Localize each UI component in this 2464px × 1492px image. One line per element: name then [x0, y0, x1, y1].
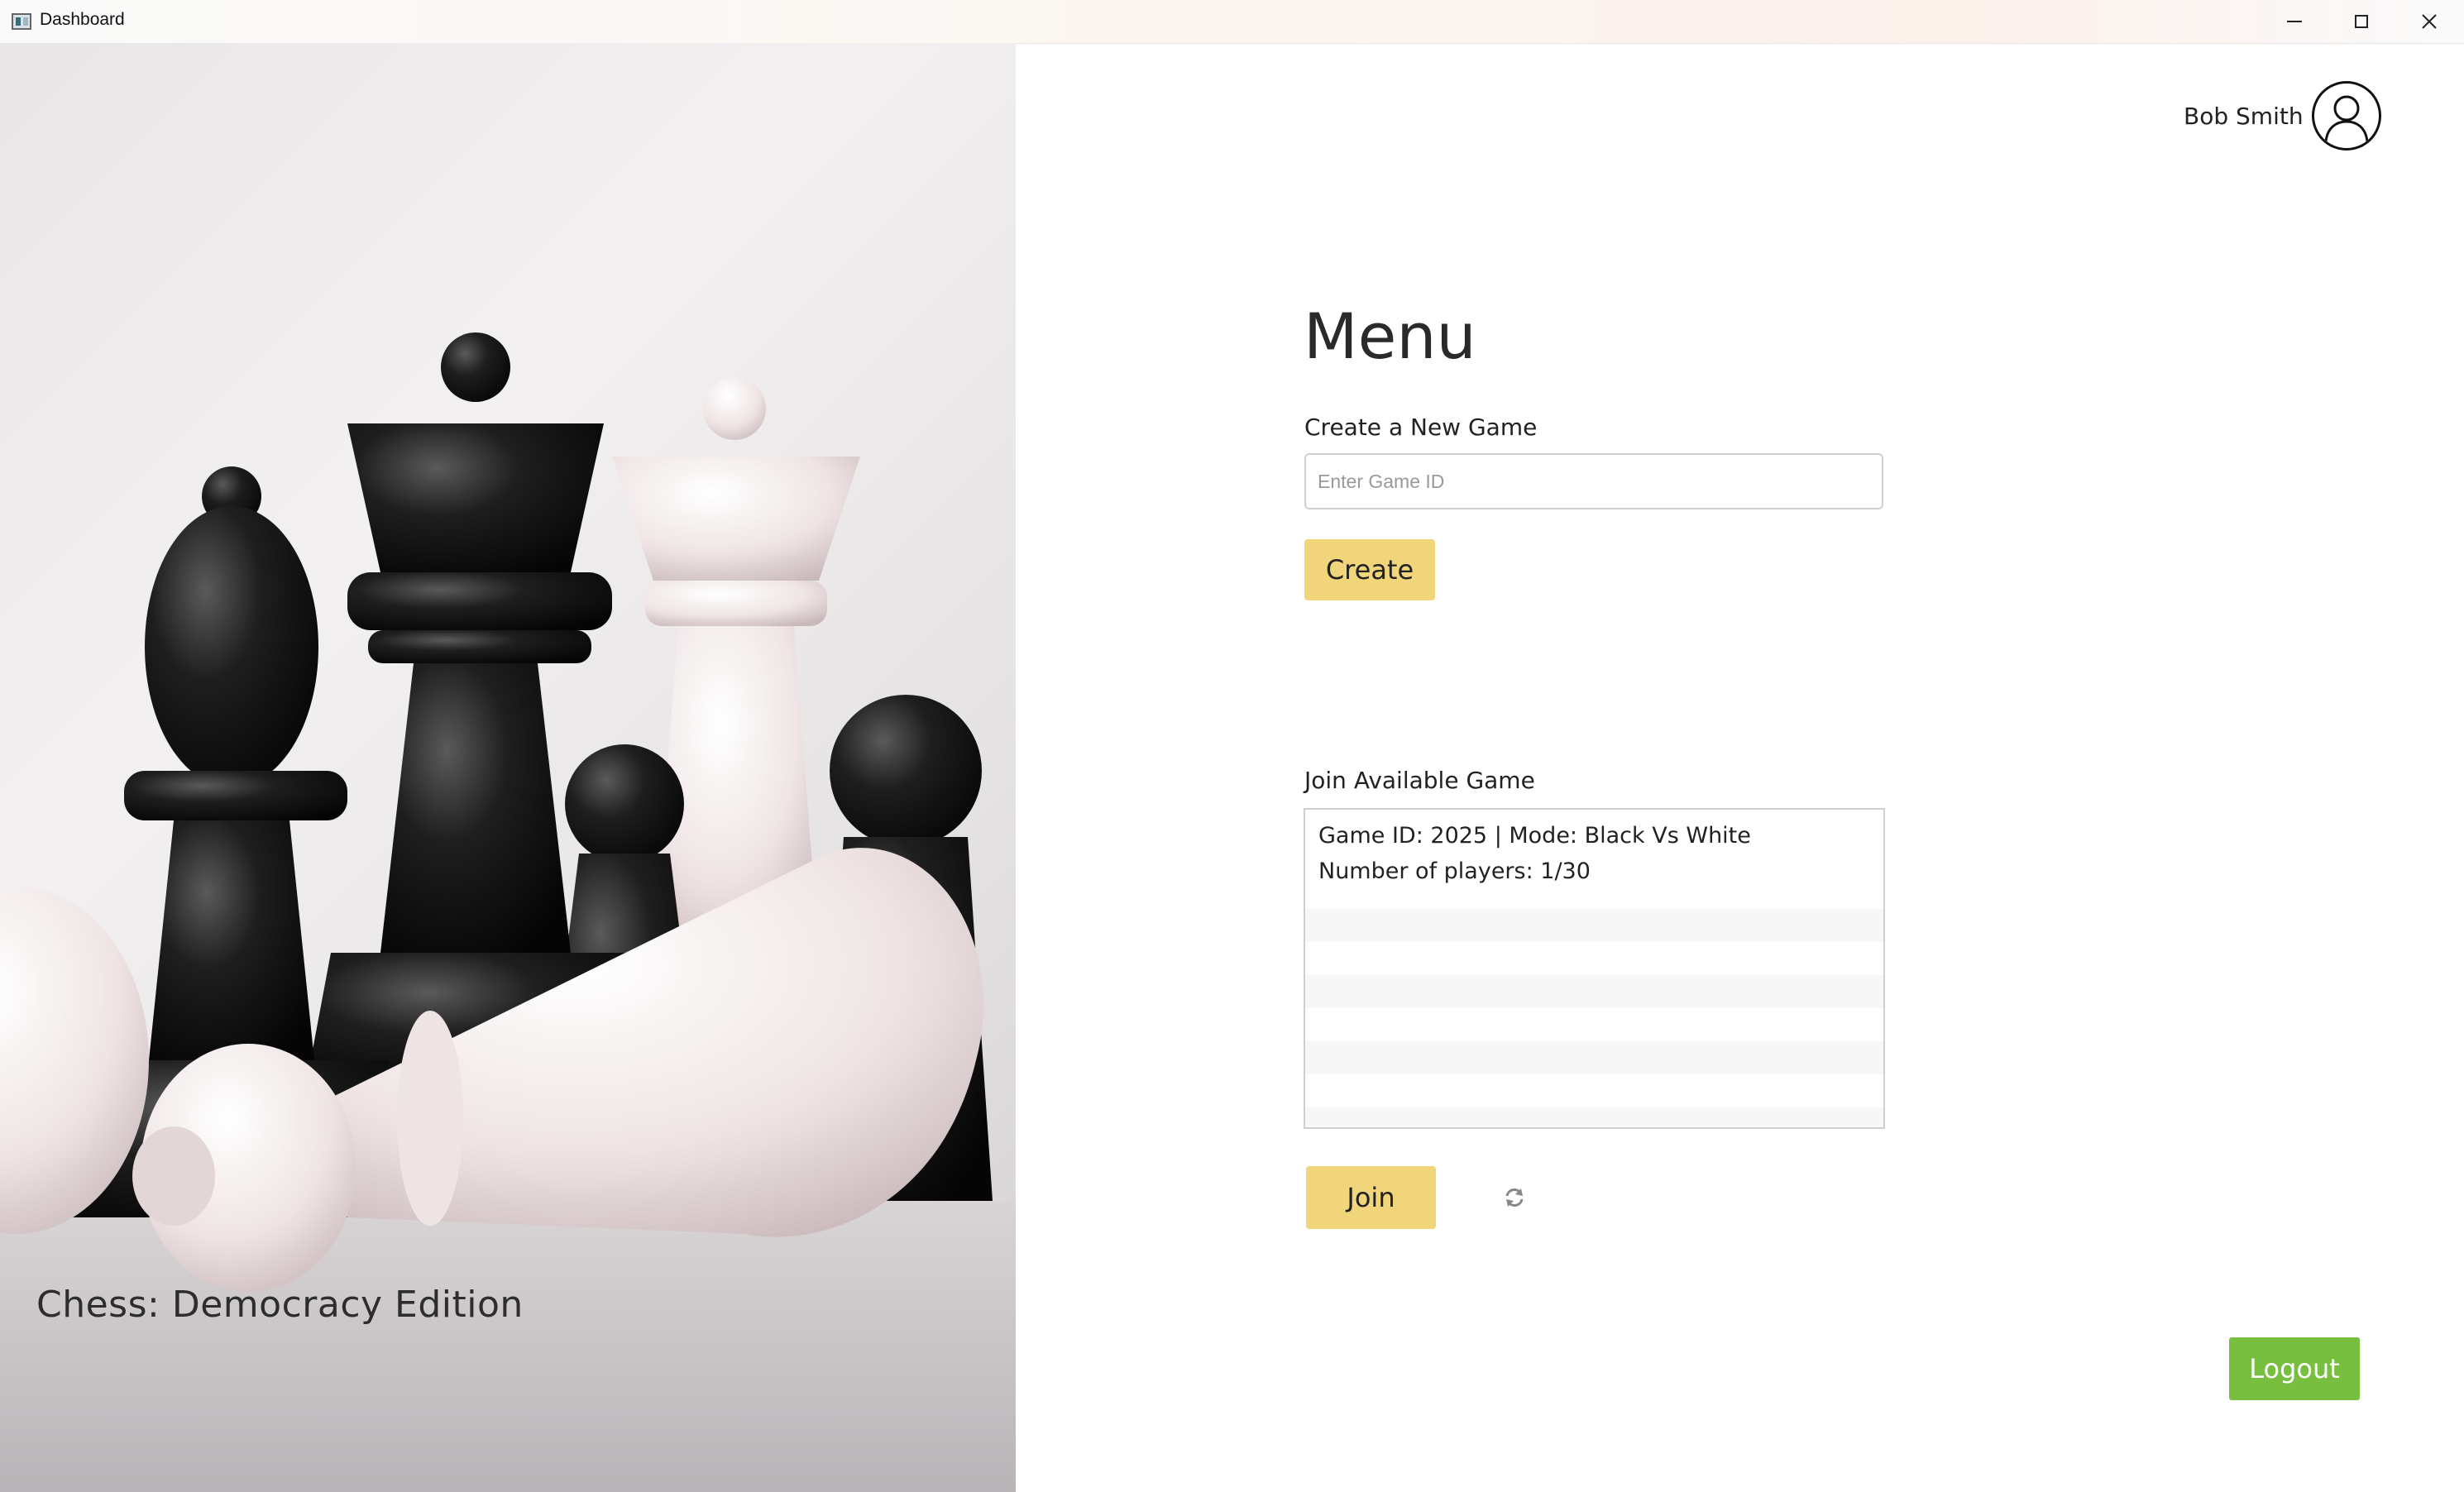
chess-pieces-image	[0, 332, 1016, 1492]
join-button[interactable]: Join	[1306, 1166, 1436, 1229]
list-row	[1305, 909, 1883, 942]
avatar-glyph	[2324, 95, 2369, 142]
user-avatar-icon[interactable]	[2312, 81, 2381, 151]
logout-button[interactable]: Logout	[2229, 1337, 2360, 1400]
refresh-glyph	[1505, 1188, 1524, 1207]
page-title: Menu	[1304, 299, 1476, 373]
maximize-icon	[2355, 15, 2368, 28]
close-button[interactable]	[2396, 0, 2462, 43]
list-row	[1305, 1041, 1883, 1074]
refresh-icon[interactable]	[1501, 1184, 1528, 1211]
list-row	[1305, 1074, 1883, 1107]
game-id-input[interactable]	[1304, 453, 1883, 509]
list-row	[1305, 942, 1883, 975]
close-icon	[2422, 14, 2437, 29]
hero-panel: Chess: Democracy Edition	[0, 43, 1016, 1492]
game-id-mode: Game ID: 2025 | Mode: Black Vs White	[1318, 823, 1751, 849]
window-title: Dashboard	[40, 10, 125, 29]
game-list-item[interactable]: Game ID: 2025 | Mode: Black Vs White Num…	[1305, 810, 1883, 896]
join-game-label: Join Available Game	[1304, 767, 1535, 794]
game-player-count: Number of players: 1/30	[1318, 858, 1591, 884]
available-games-list[interactable]: Game ID: 2025 | Mode: Black Vs White Num…	[1304, 808, 1885, 1129]
maximize-button[interactable]	[2328, 0, 2395, 43]
create-button[interactable]: Create	[1304, 539, 1435, 600]
minimize-button[interactable]	[2261, 0, 2328, 43]
list-row	[1305, 975, 1883, 1008]
user-name: Bob Smith	[2184, 103, 2304, 130]
minimize-icon	[2287, 21, 2302, 22]
window-titlebar: Dashboard	[0, 0, 2464, 44]
list-row	[1305, 1008, 1883, 1041]
create-game-label: Create a New Game	[1304, 414, 1538, 441]
app-icon	[12, 13, 31, 30]
hero-caption: Chess: Democracy Edition	[36, 1284, 524, 1326]
list-row	[1305, 1107, 1883, 1127]
